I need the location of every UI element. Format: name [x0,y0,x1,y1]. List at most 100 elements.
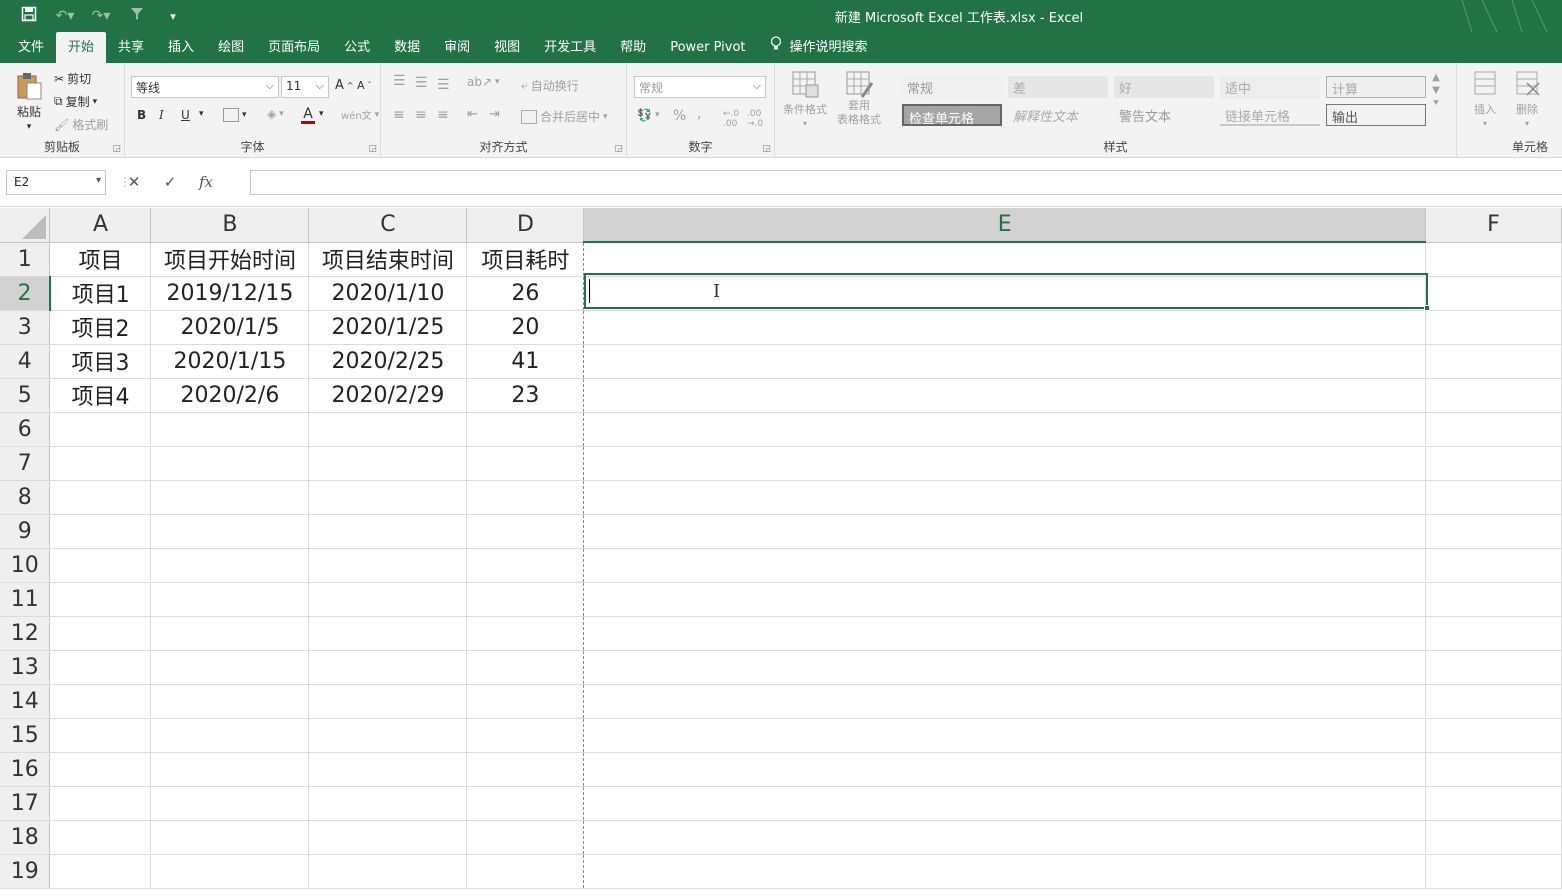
cell-d9[interactable] [466,514,585,549]
cell-a11[interactable] [49,582,152,617]
cell-b17[interactable] [150,786,310,821]
border-button[interactable]: ▾ [223,108,247,122]
cell-a17[interactable] [49,786,152,821]
conditional-format-button[interactable]: 条件格式 ▾ [783,69,827,128]
tab-power-pivot[interactable]: Power Pivot [658,32,757,63]
align-top-icon[interactable]: ☰ [393,73,406,89]
cell-f19[interactable] [1425,854,1562,889]
cell-a18[interactable] [49,820,152,855]
orientation-icon[interactable]: ab↗ ▾ [467,75,500,89]
cell-a13[interactable] [49,650,152,685]
cell-d1[interactable]: 项目耗时 [466,242,585,277]
comma-button[interactable]: , [697,106,701,122]
cell-a4[interactable]: 项目3 [49,344,152,379]
cell-e1[interactable] [583,242,1427,277]
cut-button[interactable]: ✂ 剪切 [54,70,91,87]
row-header-6[interactable]: 6 [0,412,51,447]
cell-f13[interactable] [1425,650,1562,685]
cell-c5[interactable]: 2020/2/29 [308,378,468,413]
underline-dropdown-icon[interactable]: ▾ [199,109,204,119]
cell-b16[interactable] [150,752,310,787]
cell-c6[interactable] [308,412,468,447]
font-color-button[interactable]: A [301,107,315,124]
cell-c19[interactable] [308,854,468,889]
column-header-a[interactable]: A [49,208,152,243]
phonetic-button[interactable]: wén文 ▾ [341,107,379,123]
cell-a6[interactable] [49,412,152,447]
row-header-1[interactable]: 1 [0,242,51,277]
cancel-icon[interactable]: ✕ [116,173,152,191]
cell-b12[interactable] [150,616,310,651]
tab-draw[interactable]: 绘图 [206,32,256,63]
merge-center-button[interactable]: 合并后居中 ▾ [521,108,608,125]
align-middle-icon[interactable]: ☰ [415,75,428,91]
fill-handle[interactable] [1424,305,1430,311]
cell-f2[interactable] [1425,276,1562,311]
cell-d8[interactable] [466,480,585,515]
cell-e14[interactable] [583,684,1427,719]
cell-e7[interactable] [583,446,1427,481]
cell-e11[interactable] [583,582,1427,617]
row-header-4[interactable]: 4 [0,344,51,379]
cell-e17[interactable] [583,786,1427,821]
font-name-select[interactable]: 等线 ⌵ [131,76,279,98]
cell-a19[interactable] [49,854,152,889]
style-good[interactable]: 好 [1114,76,1214,98]
font-color-dropdown-icon[interactable]: ▾ [319,109,324,119]
cell-f17[interactable] [1425,786,1562,821]
style-normal[interactable]: 常规 [902,76,1002,98]
cell-d11[interactable] [466,582,585,617]
style-output[interactable]: 输出 [1326,104,1426,126]
row-header-18[interactable]: 18 [0,820,51,855]
cell-d5[interactable]: 23 [466,378,585,413]
number-format-select[interactable]: 常规 ⌵ [634,76,766,98]
cell-c9[interactable] [308,514,468,549]
row-header-7[interactable]: 7 [0,446,51,481]
cell-f5[interactable] [1425,378,1562,413]
row-header-15[interactable]: 15 [0,718,51,753]
format-as-table-button[interactable]: 套用 表格格式 [837,69,881,127]
cell-a14[interactable] [49,684,152,719]
active-cell-e2[interactable] [584,273,1430,311]
bold-button[interactable]: B [137,108,146,122]
cell-c2[interactable]: 2020/1/10 [308,276,468,311]
tell-me-search[interactable]: 操作说明搜索 [758,32,880,63]
cell-b19[interactable] [150,854,310,889]
grow-font-button[interactable]: A ^ [335,78,354,93]
cell-b4[interactable]: 2020/1/15 [150,344,310,379]
cell-f18[interactable] [1425,820,1562,855]
cell-b11[interactable] [150,582,310,617]
row-header-19[interactable]: 19 [0,854,51,889]
cell-f11[interactable] [1425,582,1562,617]
cell-b2[interactable]: 2019/12/15 [150,276,310,311]
italic-button[interactable]: I [159,108,164,122]
cell-b13[interactable] [150,650,310,685]
cell-e18[interactable] [583,820,1427,855]
cell-c15[interactable] [308,718,468,753]
cell-b6[interactable] [150,412,310,447]
tab-review[interactable]: 审阅 [432,32,482,63]
tab-developer[interactable]: 开发工具 [532,32,608,63]
alignment-launcher-icon[interactable]: ◲ [614,144,623,154]
cell-d6[interactable] [466,412,585,447]
gallery-more-icon[interactable]: ⯆ [1432,97,1440,110]
align-center-icon[interactable]: ≡ [415,107,427,123]
font-size-select[interactable]: 11 ⌵ [281,76,329,98]
column-header-d[interactable]: D [466,208,585,243]
format-painter-button[interactable]: 🖌 格式刷 [54,116,108,133]
tab-help[interactable]: 帮助 [608,32,658,63]
tab-page-layout[interactable]: 页面布局 [256,32,332,63]
cell-b1[interactable]: 项目开始时间 [150,242,310,277]
scroll-up-icon[interactable]: ▲ [1432,71,1440,84]
row-header-14[interactable]: 14 [0,684,51,719]
tab-share[interactable]: 共享 [106,32,156,63]
cell-b8[interactable] [150,480,310,515]
cell-e3[interactable] [583,310,1427,345]
cell-d2[interactable]: 26 [466,276,585,311]
select-all-button[interactable] [0,208,51,243]
style-calculation[interactable]: 计算 [1326,76,1426,98]
column-header-f[interactable]: F [1425,208,1562,243]
cell-f15[interactable] [1425,718,1562,753]
cell-d19[interactable] [466,854,585,889]
cell-e4[interactable] [583,344,1427,379]
